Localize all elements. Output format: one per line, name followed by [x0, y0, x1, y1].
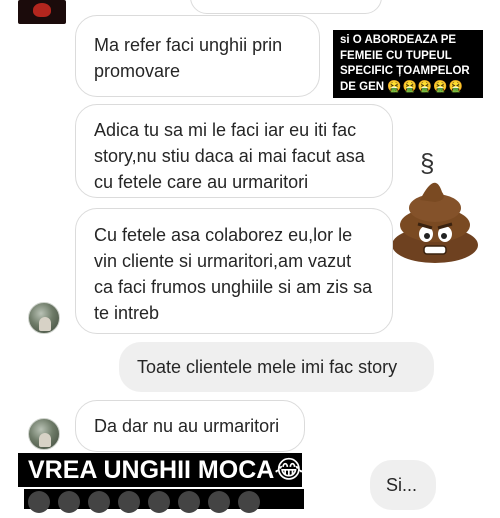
emoji-row: [24, 489, 304, 513]
account-logo-icon: [18, 0, 66, 24]
previous-message-bubble: [190, 0, 382, 14]
emoji-icon: [88, 491, 110, 513]
caption-banner: VREA UNGHII MOCA😂: [18, 453, 304, 487]
message-text: Toate clientele mele imi fac story: [137, 357, 398, 377]
contact-avatar[interactable]: [28, 418, 60, 450]
caption-overlay: si O ABORDEAZA PE FEMEIE CU TUPEUL SPECI…: [333, 30, 483, 98]
emoji-icon: [178, 491, 200, 513]
emoji-icon: [118, 491, 140, 513]
contact-avatar[interactable]: [28, 302, 60, 334]
received-message-4: Da dar nu au urmaritori: [75, 400, 305, 452]
received-message-2: Adica tu sa mi le faci iar eu iti fac st…: [75, 104, 393, 198]
banner-text: VREA UNGHII MOCA😂: [28, 456, 304, 484]
vomit-emoji-icons: 🤮🤮🤮🤮🤮: [387, 80, 464, 93]
message-text: Cu fetele asa colaborez eu,lor le vin cl…: [94, 225, 373, 323]
received-message-3: Cu fetele asa colaborez eu,lor le vin cl…: [75, 208, 393, 334]
sent-message-2: Si...: [370, 460, 436, 510]
poop-emoji-icon: §: [390, 150, 480, 265]
emoji-icon: [148, 491, 170, 513]
message-text: Adica tu sa mi le faci iar eu iti fac st…: [94, 120, 365, 192]
emoji-icon: [208, 491, 230, 513]
message-text: Da dar nu au urmaritori: [94, 416, 280, 436]
received-message-1: Ma refer faci unghii prin promovare: [75, 15, 320, 97]
message-text: Ma refer faci unghii prin promovare: [94, 35, 283, 81]
sent-message-1: Toate clientele mele imi fac story: [119, 342, 434, 392]
emoji-icon: [58, 491, 80, 513]
message-text: Si...: [386, 475, 418, 495]
emoji-icon: [28, 491, 50, 513]
emoji-icon: [238, 491, 260, 513]
